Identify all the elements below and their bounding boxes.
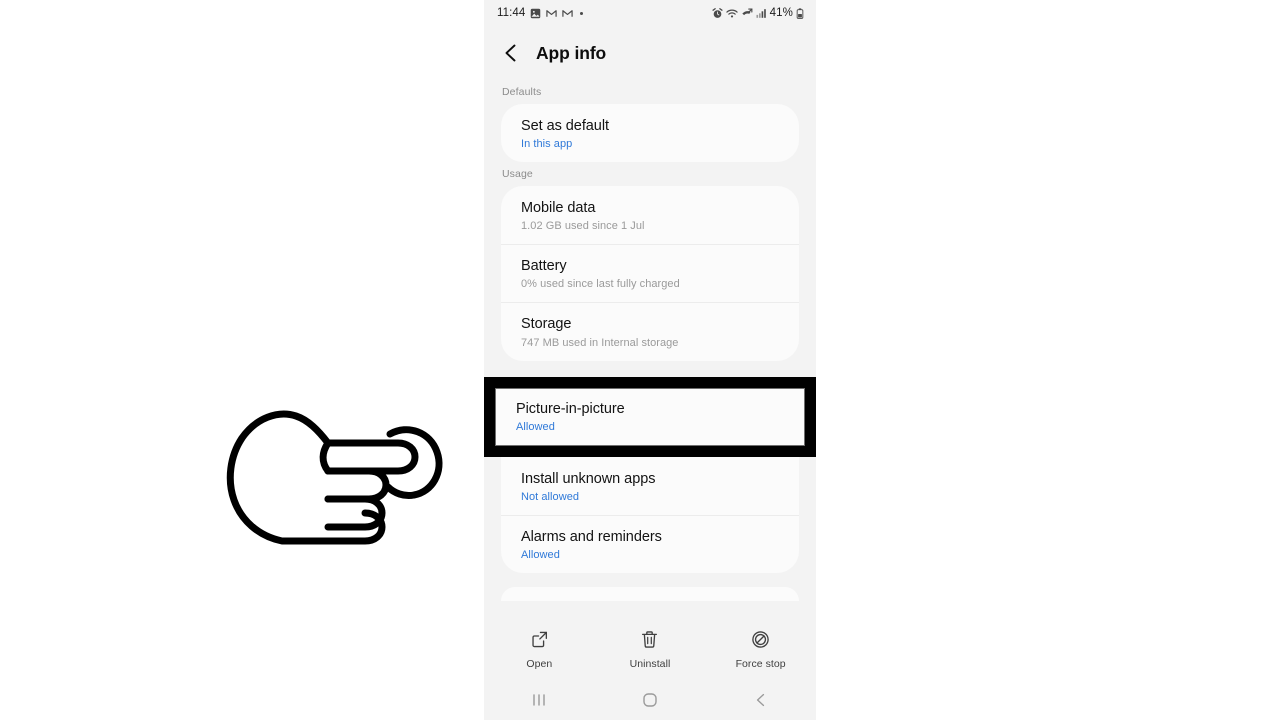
phone-screen: 11:44 41% App info Defaults Set as defau…: [484, 0, 816, 720]
battery-percent-label: 41%: [769, 7, 793, 19]
back-button[interactable]: [731, 685, 791, 715]
alarm-icon: [712, 7, 723, 18]
back-icon: [756, 693, 764, 707]
open-button[interactable]: Open: [499, 628, 579, 670]
row-title: Mobile data: [521, 200, 596, 217]
pointing-hand-icon: [226, 410, 443, 545]
row-subtitle: 0% used since last fully charged: [521, 278, 680, 291]
status-bar-clock: 11:44: [497, 7, 526, 19]
recents-button[interactable]: [509, 685, 569, 715]
row-subtitle: 1.02 GB used since 1 Jul: [521, 220, 645, 233]
list-item-storage[interactable]: Storage 747 MB used in Internal storage: [501, 302, 799, 360]
settings-list: Defaults Set as default In this app Usag…: [484, 80, 816, 601]
list-item-install-unknown-apps[interactable]: Install unknown apps Not allowed: [501, 457, 799, 515]
action-label: Force stop: [735, 658, 786, 670]
signal-icon: [756, 8, 766, 18]
gmail-icon: [546, 9, 558, 17]
photos-icon: [531, 8, 541, 18]
row-title: Picture-in-picture: [516, 400, 625, 417]
list-item-battery[interactable]: Battery 0% used since last fully charged: [501, 244, 799, 302]
open-external-icon: [530, 628, 549, 650]
home-icon: [643, 693, 657, 707]
battery-icon: [796, 7, 804, 19]
action-label: Uninstall: [629, 658, 671, 670]
section-header-usage: Usage: [502, 168, 533, 181]
force-stop-button[interactable]: Force stop: [721, 628, 801, 670]
dot-indicator-icon: [580, 11, 584, 15]
next-card-partial: [501, 586, 799, 601]
recents-icon: [533, 694, 546, 706]
page-title: App info: [536, 42, 607, 63]
row-subtitle: 747 MB used in Internal storage: [521, 336, 679, 349]
back-chevron-icon[interactable]: [500, 42, 522, 64]
force-stop-icon: [751, 628, 770, 650]
row-subtitle: Allowed: [521, 548, 560, 561]
list-item-picture-in-picture[interactable]: Picture-in-picture Allowed: [495, 387, 805, 446]
app-bar: App info: [484, 26, 816, 80]
row-title: Set as default: [521, 118, 609, 134]
home-button[interactable]: [620, 685, 680, 715]
row-title: Install unknown apps: [521, 470, 656, 487]
list-item-alarms-and-reminders[interactable]: Alarms and reminders Allowed: [501, 514, 799, 573]
row-subtitle: Allowed: [516, 420, 555, 433]
list-item-set-as-default[interactable]: Set as default In this app: [501, 104, 799, 162]
row-title: Storage: [521, 316, 572, 333]
wifi-icon: [725, 8, 738, 18]
action-bar: Open Uninstall Force stop: [484, 622, 816, 680]
permissions-card: Install unknown apps Not allowed Alarms …: [501, 456, 799, 573]
uninstall-button[interactable]: Uninstall: [610, 628, 690, 670]
action-label: Open: [526, 658, 553, 670]
row-title: Alarms and reminders: [521, 528, 662, 545]
gmail-icon: [562, 9, 574, 17]
status-bar: 11:44 41%: [484, 0, 816, 26]
navigation-bar: [484, 680, 816, 720]
status-bar-left: 11:44: [497, 7, 584, 19]
defaults-card: Set as default In this app: [501, 104, 799, 163]
row-subtitle: Not allowed: [521, 490, 580, 503]
usage-card: Mobile data 1.02 GB used since 1 Jul Bat…: [501, 186, 799, 361]
missed-call-icon: [741, 8, 753, 15]
row-subtitle: In this app: [521, 138, 573, 151]
row-title: Battery: [521, 258, 567, 275]
list-item-mobile-data[interactable]: Mobile data 1.02 GB used since 1 Jul: [501, 186, 799, 244]
highlight-box: Picture-in-picture Allowed: [484, 376, 816, 457]
section-header-defaults: Defaults: [502, 86, 542, 98]
trash-icon: [640, 628, 659, 650]
status-bar-right: 41%: [712, 7, 804, 19]
